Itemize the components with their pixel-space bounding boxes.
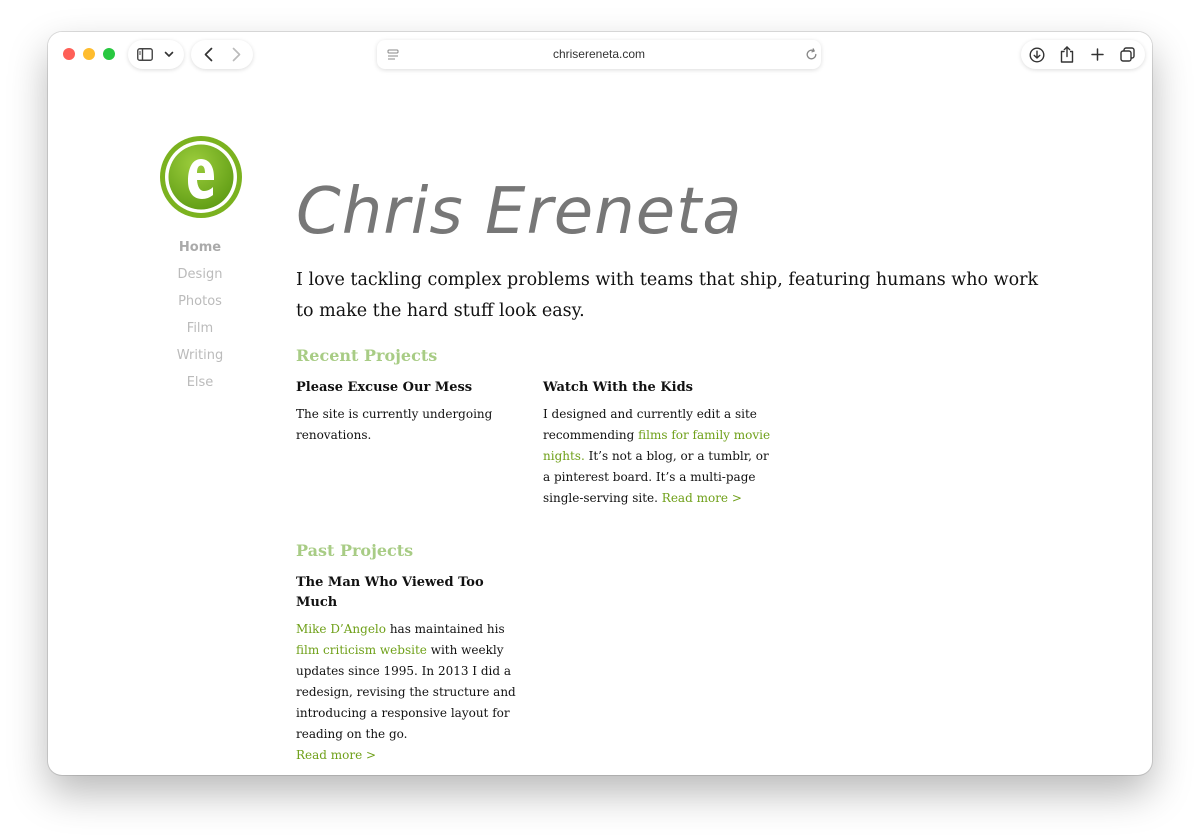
close-window-button[interactable] — [63, 48, 75, 60]
project-title: The Man Who Viewed Too Much — [296, 575, 484, 610]
project-description: I designed and currently edit a site rec… — [543, 404, 775, 509]
tab-overview-icon[interactable] — [1115, 40, 1139, 69]
address-bar[interactable]: chrisereneta.com — [377, 40, 821, 69]
browser-toolbar: chrisereneta.com — [48, 32, 1152, 76]
project-description: The site is currently undergoing renovat… — [296, 407, 493, 442]
project-card-excuse-mess: Please Excuse Our Mess The site is curre… — [296, 378, 528, 446]
nav-item-writing[interactable]: Writing — [150, 345, 250, 372]
mike-dangelo-link[interactable]: Mike D’Angelo — [296, 622, 386, 636]
nav-item-design[interactable]: Design — [150, 264, 250, 291]
web-page: Home Design Photos Film Writing Else Chr… — [48, 76, 1152, 775]
share-icon[interactable] — [1055, 40, 1079, 69]
browser-window: chrisereneta.com Home Design Photos Film… — [48, 32, 1152, 775]
nav-item-home[interactable]: Home — [150, 237, 250, 264]
project-title: Please Excuse Our Mess — [296, 380, 473, 395]
description-text: with weekly updates since 1995. In 2013 … — [296, 643, 516, 741]
site-logo[interactable] — [159, 135, 243, 219]
download-icon[interactable] — [1025, 40, 1049, 69]
film-criticism-website-link[interactable]: film criticism website — [296, 643, 427, 657]
nav-item-photos[interactable]: Photos — [150, 291, 250, 318]
url-text: chrisereneta.com — [552, 47, 646, 61]
past-projects-heading: Past Projects — [296, 541, 414, 560]
intro-text: I love tackling complex problems with te… — [296, 270, 1039, 321]
project-card-man-who-viewed: The Man Who Viewed Too Much Mike D’Angel… — [296, 573, 528, 766]
back-arrow-icon[interactable] — [197, 40, 219, 69]
read-more-link[interactable]: Read more > — [662, 491, 742, 505]
page-title: Chris Ereneta — [296, 175, 743, 249]
minimize-window-button[interactable] — [83, 48, 95, 60]
project-description: Mike D’Angelo has maintained his film cr… — [296, 619, 528, 766]
recent-projects-heading: Recent Projects — [296, 346, 438, 365]
actions-control-group — [1021, 40, 1145, 69]
project-card-watch-with-kids: Watch With the Kids I designed and curre… — [543, 378, 775, 509]
nav-item-film[interactable]: Film — [150, 318, 250, 345]
read-more-link[interactable]: Read more > — [296, 748, 376, 762]
reload-icon[interactable] — [801, 40, 821, 69]
chevron-down-icon[interactable] — [160, 40, 178, 69]
nav-item-else[interactable]: Else — [150, 372, 250, 399]
sidebar-control-group — [128, 40, 184, 69]
sidebar-icon[interactable] — [134, 40, 156, 69]
project-title: Watch With the Kids — [543, 380, 693, 395]
site-nav: Home Design Photos Film Writing Else — [150, 237, 250, 399]
forward-arrow-icon[interactable] — [225, 40, 247, 69]
new-tab-plus-icon[interactable] — [1085, 40, 1109, 69]
history-control-group — [191, 40, 253, 69]
zoom-window-button[interactable] — [103, 48, 115, 60]
description-text: has maintained his — [386, 622, 505, 636]
